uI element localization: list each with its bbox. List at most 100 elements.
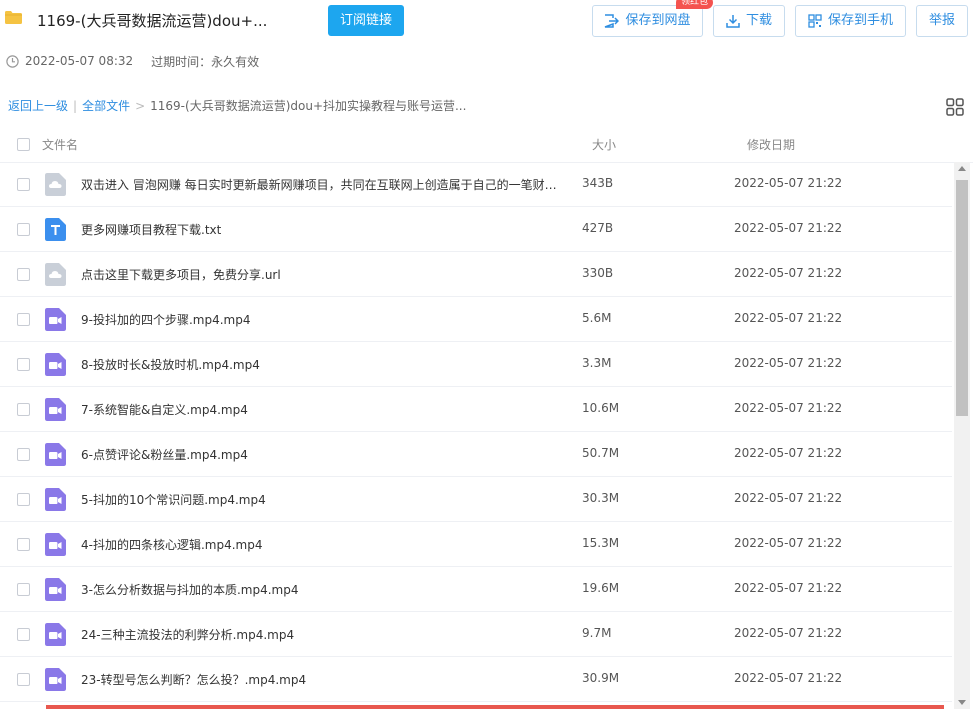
column-size[interactable]: 大小 xyxy=(592,136,616,153)
file-date: 2022-05-07 21:22 xyxy=(734,671,843,685)
folder-icon xyxy=(5,11,22,24)
file-date: 2022-05-07 21:22 xyxy=(734,401,843,415)
file-row[interactable]: 4-抖加的四条核心逻辑.mp4.mp4 15.3M 2022-05-07 21:22 xyxy=(0,522,952,567)
column-date[interactable]: 修改日期 xyxy=(747,136,795,153)
file-row[interactable]: 6-点赞评论&粉丝量.mp4.mp4 50.7M 2022-05-07 21:22 xyxy=(0,432,952,477)
select-all-checkbox[interactable] xyxy=(17,138,30,151)
file-row[interactable]: 9-投抖加的四个步骤.mp4.mp4 5.6M 2022-05-07 21:22 xyxy=(0,297,952,342)
file-size: 50.7M xyxy=(582,446,620,460)
download-label: 下载 xyxy=(745,13,772,28)
breadcrumb: 返回上一级 | 全部文件 > 1169-(大兵哥数据流运营)dou+抖加实操教程… xyxy=(8,97,466,114)
file-checkbox[interactable] xyxy=(17,538,30,551)
file-name[interactable]: 6-点赞评论&粉丝量.mp4.mp4 xyxy=(81,446,248,463)
file-row[interactable]: 5-抖加的10个常识问题.mp4.mp4 30.3M 2022-05-07 21:2… xyxy=(0,477,952,522)
file-checkbox[interactable] xyxy=(17,223,30,236)
file-date: 2022-05-07 21:22 xyxy=(734,626,843,640)
file-row[interactable]: 点击这里下载更多项目，免费分享.url 330B 2022-05-07 21:22 xyxy=(0,252,952,297)
report-label: 举报 xyxy=(928,13,955,28)
file-checkbox[interactable] xyxy=(17,178,30,191)
file-date: 2022-05-07 21:22 xyxy=(734,266,843,280)
file-date: 2022-05-07 21:22 xyxy=(734,446,843,460)
list-header: 文件名 大小 修改日期 xyxy=(0,126,973,163)
report-button[interactable]: 举报 xyxy=(916,5,968,37)
expire-time: 过期时间：永久有效 xyxy=(151,54,260,69)
file-row[interactable]: 双击进入 冒泡网赚 每日实时更新最新网赚项目，共同在互联网上创造属于自己的一笔财… xyxy=(0,162,952,207)
breadcrumb-separator: > xyxy=(135,98,146,113)
file-checkbox[interactable] xyxy=(17,403,30,416)
created-time: 2022-05-07 08:32 xyxy=(25,54,134,68)
file-size: 5.6M xyxy=(582,311,612,325)
file-row[interactable]: 8-投放时长&投放时机.mp4.mp4 3.3M 2022-05-07 21:22 xyxy=(0,342,952,387)
file-name[interactable]: 8-投放时长&投放时机.mp4.mp4 xyxy=(81,356,260,373)
video-file-icon xyxy=(45,353,66,376)
save-to-phone-button[interactable]: 保存到手机 xyxy=(795,5,906,37)
text-file-icon xyxy=(45,218,66,241)
file-row[interactable]: 7-系统智能&自定义.mp4.mp4 10.6M 2022-05-07 21:22 xyxy=(0,387,952,432)
breadcrumb-divider: | xyxy=(73,98,78,113)
file-name[interactable]: 点击这里下载更多项目，免费分享.url xyxy=(81,266,281,283)
scroll-thumb[interactable] xyxy=(956,180,968,416)
file-name[interactable]: 更多网赚项目教程下载.txt xyxy=(81,221,221,238)
file-size: 15.3M xyxy=(582,536,620,550)
file-checkbox[interactable] xyxy=(17,583,30,596)
file-row[interactable]: 24-三种主流投法的利弊分析.mp4.mp4 9.7M 2022-05-07 21:… xyxy=(0,612,952,657)
video-file-icon xyxy=(45,668,66,691)
file-date: 2022-05-07 21:22 xyxy=(734,536,843,550)
video-file-icon xyxy=(45,308,66,331)
file-row[interactable]: 3-怎么分析数据与抖加的本质.mp4.mp4 19.6M 2022-05-07 21… xyxy=(0,567,952,612)
share-meta: 2022-05-07 08:32 过期时间：永久有效 xyxy=(6,52,259,70)
bottom-banner-edge xyxy=(46,705,944,709)
video-file-icon xyxy=(45,488,66,511)
file-name[interactable]: 9-投抖加的四个步骤.mp4.mp4 xyxy=(81,311,250,328)
file-date: 2022-05-07 21:22 xyxy=(734,581,843,595)
column-name[interactable]: 文件名 xyxy=(42,136,78,153)
file-name[interactable]: 23-转型号怎么判断？怎么投？.mp4.mp4 xyxy=(81,671,306,688)
video-file-icon xyxy=(45,533,66,556)
file-checkbox[interactable] xyxy=(17,313,30,326)
link-file-icon xyxy=(45,173,66,196)
file-name[interactable]: 7-系统智能&自定义.mp4.mp4 xyxy=(81,401,248,418)
scrollbar[interactable] xyxy=(954,162,970,709)
subscribe-button[interactable]: 订阅链接 xyxy=(328,5,404,36)
back-link[interactable]: 返回上一级 xyxy=(8,97,68,114)
file-date: 2022-05-07 21:22 xyxy=(734,356,843,370)
file-date: 2022-05-07 21:22 xyxy=(734,311,843,325)
file-row[interactable]: 23-转型号怎么判断？怎么投？.mp4.mp4 30.9M 2022-05-07 2… xyxy=(0,657,952,702)
save-to-disk-button[interactable]: 保存到网盘 xyxy=(592,5,703,37)
scroll-up-arrow[interactable] xyxy=(958,166,966,171)
file-checkbox[interactable] xyxy=(17,673,30,686)
save-icon xyxy=(605,14,620,28)
top-bar: 1169-(大兵哥数据流运营)dou+... 订阅链接 保存到网盘 领红包 下载… xyxy=(0,0,973,44)
save-to-phone-label: 保存到手机 xyxy=(827,13,893,28)
file-size: 19.6M xyxy=(582,581,620,595)
video-file-icon xyxy=(45,398,66,421)
file-date: 2022-05-07 21:22 xyxy=(734,491,843,505)
file-checkbox[interactable] xyxy=(17,358,30,371)
file-checkbox[interactable] xyxy=(17,628,30,641)
file-checkbox[interactable] xyxy=(17,448,30,461)
file-size: 427B xyxy=(582,221,614,235)
file-list: 双击进入 冒泡网赚 每日实时更新最新网赚项目，共同在互联网上创造属于自己的一笔财… xyxy=(0,162,952,709)
video-file-icon xyxy=(45,443,66,466)
file-size: 10.6M xyxy=(582,401,620,415)
video-file-icon xyxy=(45,578,66,601)
file-name[interactable]: 4-抖加的四条核心逻辑.mp4.mp4 xyxy=(81,536,262,553)
red-packet-badge[interactable]: 领红包 xyxy=(676,0,714,9)
link-file-icon xyxy=(45,263,66,286)
file-checkbox[interactable] xyxy=(17,493,30,506)
file-row[interactable]: 更多网赚项目教程下载.txt 427B 2022-05-07 21:22 xyxy=(0,207,952,252)
file-name[interactable]: 5-抖加的10个常识问题.mp4.mp4 xyxy=(81,491,266,508)
file-name[interactable]: 双击进入 冒泡网赚 每日实时更新最新网赚项目，共同在互联网上创造属于自己的一笔财… xyxy=(81,176,559,193)
scroll-down-arrow[interactable] xyxy=(958,700,966,705)
file-size: 9.7M xyxy=(582,626,612,640)
file-checkbox[interactable] xyxy=(17,268,30,281)
file-name[interactable]: 3-怎么分析数据与抖加的本质.mp4.mp4 xyxy=(81,581,298,598)
video-file-icon xyxy=(45,623,66,646)
file-name[interactable]: 24-三种主流投法的利弊分析.mp4.mp4 xyxy=(81,626,294,643)
grid-view-icon[interactable] xyxy=(946,98,964,116)
file-size: 330B xyxy=(582,266,614,280)
all-files-link[interactable]: 全部文件 xyxy=(82,97,130,114)
file-size: 343B xyxy=(582,176,614,190)
download-button[interactable]: 下载 xyxy=(713,5,785,37)
file-date: 2022-05-07 21:22 xyxy=(734,176,843,190)
